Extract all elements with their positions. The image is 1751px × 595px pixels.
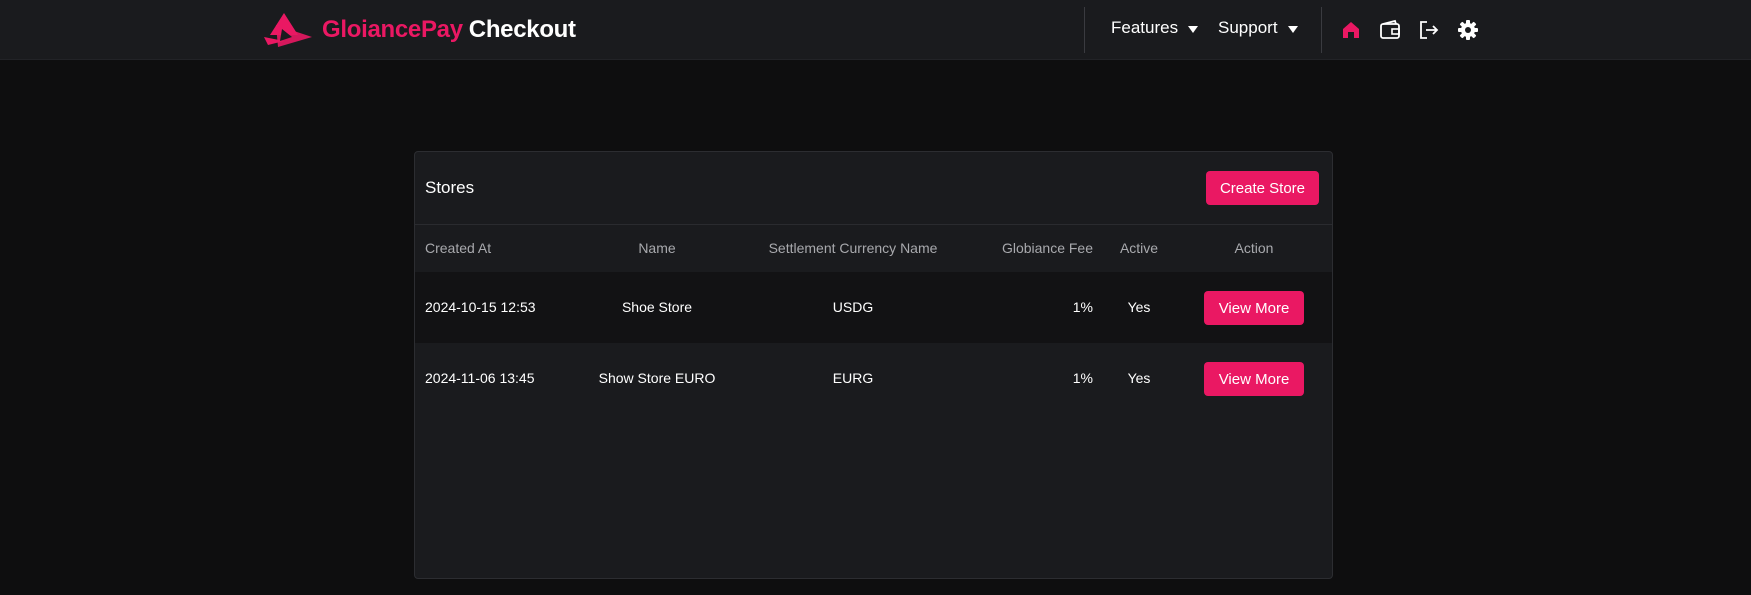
create-store-button[interactable]: Create Store — [1206, 171, 1319, 205]
support-menu-label: Support — [1218, 18, 1278, 37]
cell-name: Shoe Store — [621, 299, 693, 315]
nav-divider — [1084, 7, 1085, 53]
nav-divider — [1321, 7, 1322, 53]
chevron-down-icon — [1188, 25, 1199, 33]
column-header-active[interactable]: Active — [1120, 240, 1158, 256]
cell-active: Yes — [1127, 299, 1151, 315]
page-title: Stores — [425, 178, 475, 197]
brand-name: GloiancePay — [322, 16, 463, 43]
gear-icon[interactable] — [1457, 19, 1479, 41]
cell-fee: 1% — [1072, 370, 1093, 386]
logout-icon[interactable] — [1418, 19, 1440, 41]
column-header-created-at[interactable]: Created At — [425, 240, 491, 256]
view-more-button[interactable]: View More — [1204, 362, 1304, 396]
view-more-button[interactable]: View More — [1204, 291, 1304, 325]
cell-active: Yes — [1127, 370, 1151, 386]
brand[interactable]: GloiancePay Checkout — [262, 10, 576, 50]
table-header: Created At Name Settlement Currency Name… — [415, 225, 1332, 272]
column-header-name[interactable]: Name — [638, 240, 675, 256]
chevron-down-icon — [1287, 25, 1298, 33]
wallet-icon[interactable] — [1379, 19, 1401, 41]
features-menu-label: Features — [1111, 18, 1179, 37]
table-row: 2024-10-15 12:53 Shoe Store USDG 1% Yes … — [415, 272, 1332, 343]
globiance-logo-icon — [264, 13, 312, 47]
table-row: 2024-11-06 13:45 Show Store EURO EURG 1%… — [415, 343, 1332, 414]
column-header-settlement-currency[interactable]: Settlement Currency Name — [769, 240, 938, 256]
stores-card-header: Stores Create Store — [415, 152, 1332, 225]
home-icon[interactable] — [1340, 19, 1362, 41]
cell-fee: 1% — [1072, 299, 1093, 315]
brand-product: Checkout — [468, 16, 576, 43]
stores-table: Created At Name Settlement Currency Name… — [415, 225, 1332, 414]
cell-created-at: 2024-10-15 12:53 — [425, 299, 536, 315]
cell-created-at: 2024-11-06 13:45 — [425, 370, 535, 386]
features-menu[interactable]: Features — [1111, 18, 1199, 38]
cell-settlement-currency: USDG — [832, 299, 874, 315]
top-navbar: GloiancePay Checkout Features Support — [0, 0, 1751, 60]
cell-settlement-currency: EURG — [832, 370, 874, 386]
column-header-fee[interactable]: Globiance Fee — [1002, 240, 1093, 256]
cell-name: Show Store EURO — [598, 370, 716, 386]
stores-card: Stores Create Store Created At Name Sett… — [414, 151, 1333, 579]
support-menu[interactable]: Support — [1218, 18, 1298, 38]
column-header-action: Action — [1234, 240, 1274, 256]
